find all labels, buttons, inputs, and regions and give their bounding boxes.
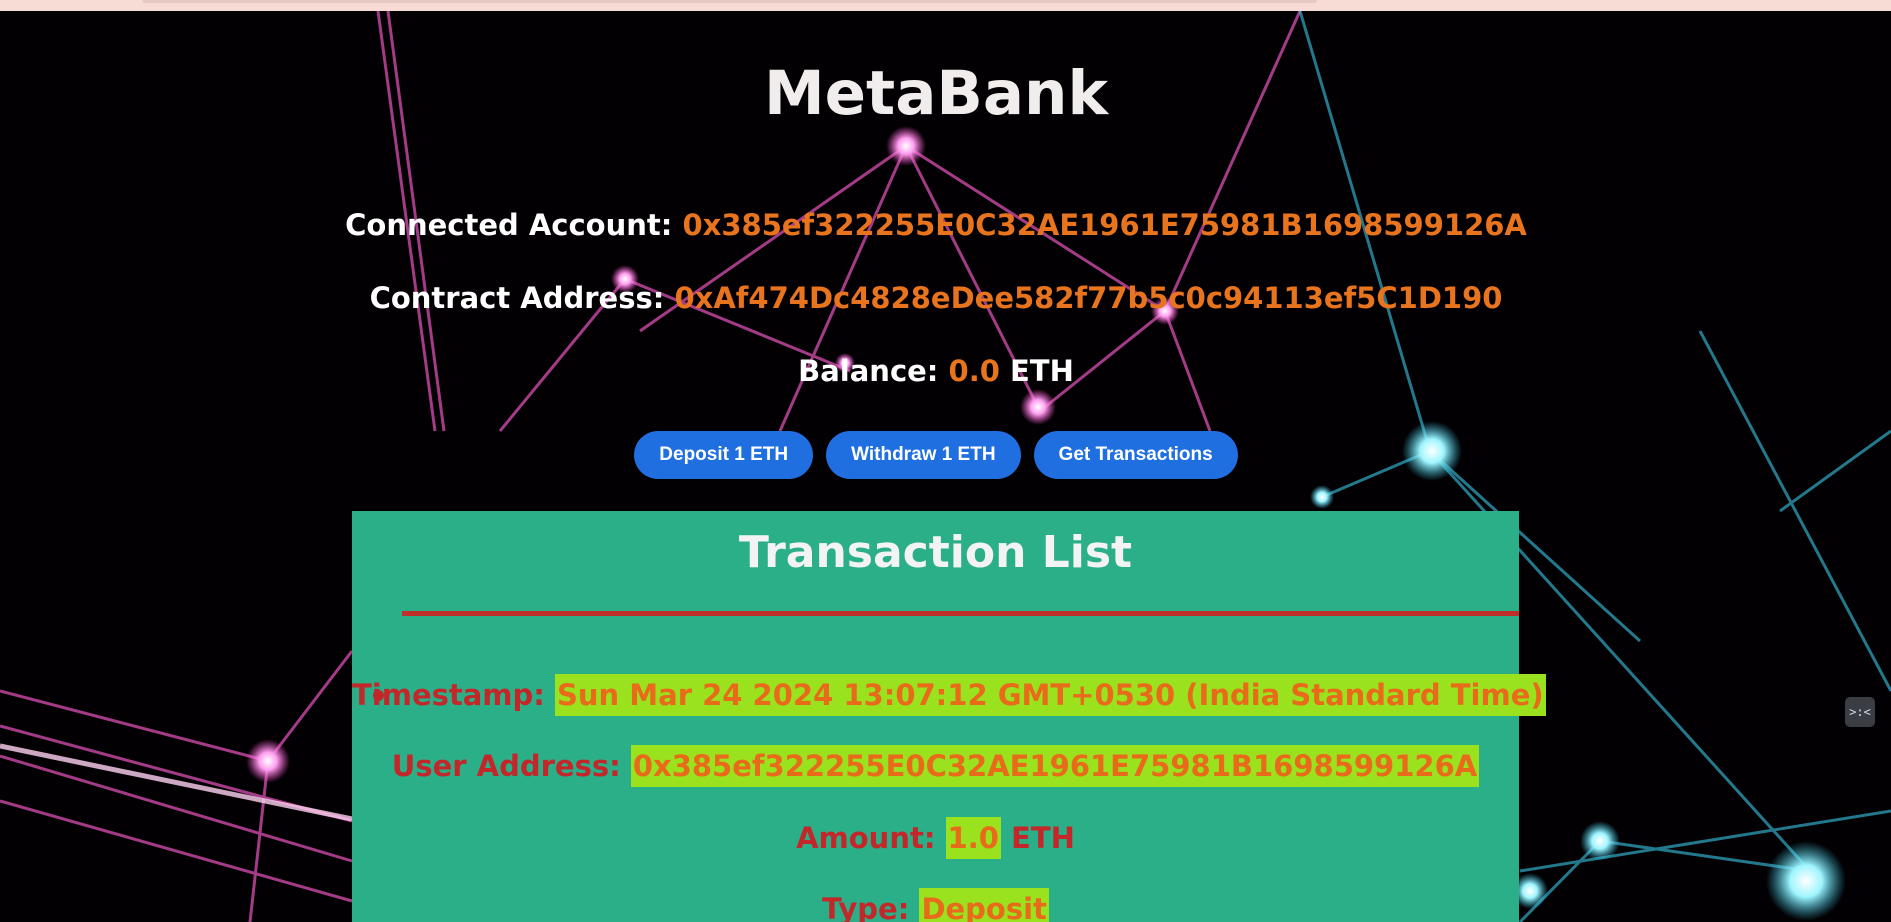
devtools-icon[interactable]: >:< (1845, 697, 1875, 727)
deposit-button[interactable]: Deposit 1 ETH (634, 431, 814, 479)
transaction-list-title: Transaction List (738, 527, 1133, 578)
connected-account-line: Connected Account: 0x385ef322255E0C32AE1… (0, 211, 1872, 240)
browser-tab-bar (142, 0, 1317, 3)
get-transactions-button[interactable]: Get Transactions (1033, 431, 1238, 479)
action-buttons: Deposit 1 ETH Withdraw 1 ETH Get Transac… (0, 431, 1872, 479)
transaction-divider (402, 611, 1519, 616)
amount-value: 1.0 (945, 817, 1001, 859)
contract-address-label: Contract Address: (369, 281, 665, 315)
user-address-line: User Address: 0x385ef322255E0C32AE1961E7… (352, 745, 1519, 787)
user-address-value: 0x385ef322255E0C32AE1961E75981B169859912… (630, 745, 1480, 787)
timestamp-label: Timestamp: (352, 678, 545, 712)
user-address-label: User Address: (391, 749, 621, 783)
contract-address-value: 0xAf474Dc4828eDee582f77b5c0c94113ef5C1D1… (674, 281, 1503, 315)
transaction-list-panel: Transaction List (352, 511, 1519, 922)
app-title: MetaBank (763, 58, 1109, 129)
connected-account-value: 0x385ef322255E0C32AE1961E75981B169859912… (682, 208, 1527, 242)
connected-account-label: Connected Account: (345, 208, 673, 242)
amount-line: Amount: 1.0 ETH (352, 817, 1519, 859)
amount-unit: ETH (1011, 821, 1075, 855)
withdraw-button[interactable]: Withdraw 1 ETH (826, 431, 1021, 479)
balance-line: Balance: 0.0 ETH (0, 357, 1872, 386)
amount-label: Amount: (796, 821, 936, 855)
type-label: Type: (822, 892, 910, 922)
balance-unit: ETH (1010, 354, 1074, 388)
timestamp-value: Sun Mar 24 2024 13:07:12 GMT+0530 (India… (555, 674, 1546, 716)
balance-label: Balance: (798, 354, 939, 388)
type-line: Type: Deposit (352, 888, 1519, 922)
contract-address-line: Contract Address: 0xAf474Dc4828eDee582f7… (0, 284, 1872, 313)
type-value: Deposit (919, 888, 1049, 922)
browser-top-strip (0, 0, 1891, 11)
timestamp-line: Timestamp: Sun Mar 24 2024 13:07:12 GMT+… (352, 674, 1546, 716)
balance-value: 0.0 (948, 354, 1000, 388)
